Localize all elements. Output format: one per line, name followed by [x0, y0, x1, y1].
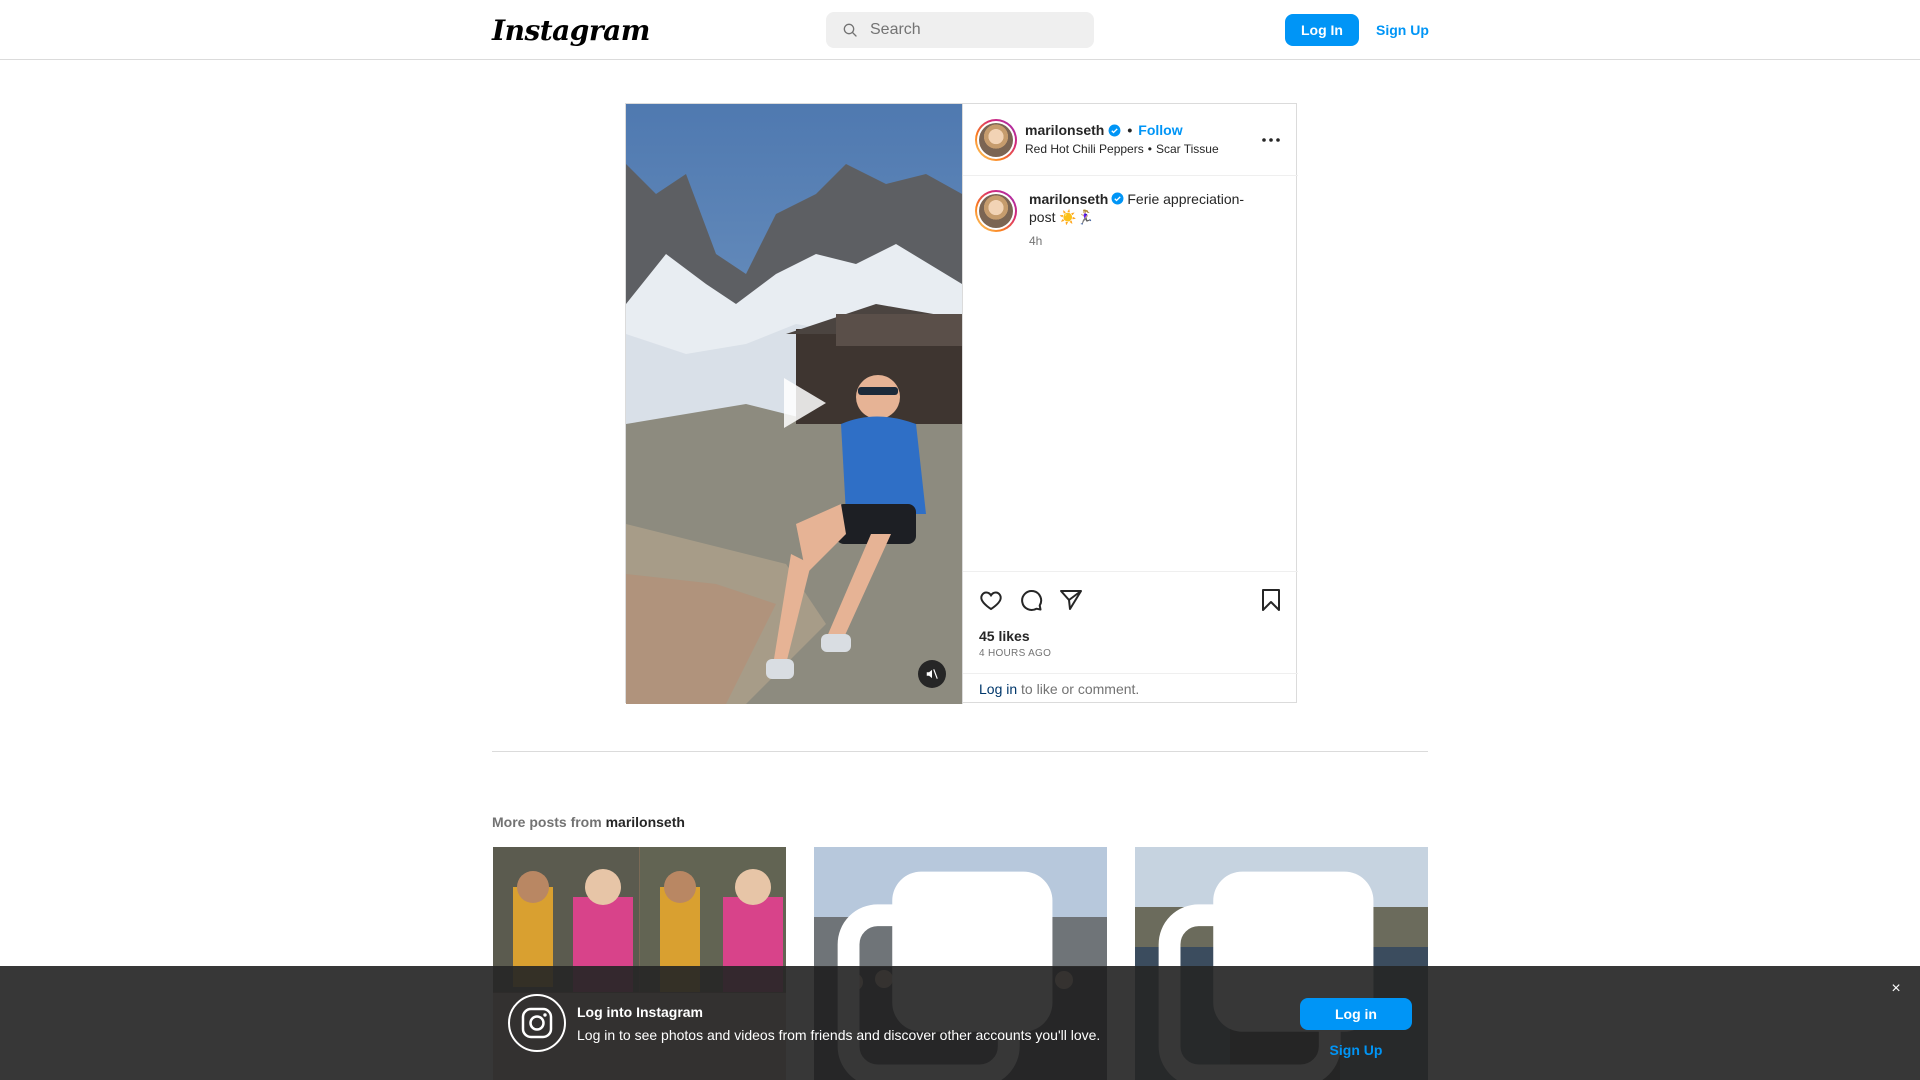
- search-box[interactable]: [826, 12, 1094, 48]
- top-navbar: Instagram Log In Sign Up: [0, 0, 1920, 60]
- signup-link[interactable]: Sign Up: [1370, 14, 1435, 46]
- verified-badge-icon: [1108, 124, 1121, 136]
- username-link[interactable]: marilonseth: [1025, 122, 1104, 138]
- share-button[interactable]: [1057, 586, 1085, 614]
- caption-text: marilonseth Ferie appreciation-post ☀️🏃🏼‍…: [1029, 190, 1269, 226]
- follow-button[interactable]: Follow: [1138, 122, 1182, 138]
- music-track: Scar Tissue: [1155, 142, 1219, 156]
- login-prompt: Log in to like or comment.: [963, 673, 1298, 704]
- audio-info[interactable]: Red Hot Chili Peppers • Scar Tissue: [1025, 142, 1219, 156]
- avatar[interactable]: [975, 119, 1017, 161]
- comment-button[interactable]: [1017, 586, 1045, 614]
- search-icon: [843, 23, 857, 37]
- more-posts-prefix: More posts from: [492, 814, 606, 830]
- music-artist: Red Hot Chili Peppers: [1025, 142, 1144, 156]
- caption-username[interactable]: marilonseth: [1029, 191, 1108, 207]
- send-icon: [1060, 590, 1082, 610]
- login-banner: Log into Instagram Log in to see photos …: [0, 966, 1920, 1080]
- action-bar: [963, 571, 1298, 631]
- login-button[interactable]: Log In: [1285, 14, 1359, 46]
- mute-button[interactable]: [918, 660, 946, 688]
- banner-login-button[interactable]: Log in: [1300, 998, 1412, 1030]
- music-separator: •: [1147, 142, 1152, 156]
- save-button[interactable]: [1257, 586, 1285, 614]
- more-posts-username[interactable]: marilonseth: [606, 814, 685, 830]
- post-time: 4 HOURS AGO: [979, 648, 1052, 659]
- heart-icon: [980, 591, 1002, 611]
- separator-dot: •: [1127, 122, 1133, 138]
- post-sidebar: marilonseth • Follow Red Hot Chili Peppe…: [962, 104, 1298, 704]
- banner-title: Log into Instagram: [577, 1004, 703, 1020]
- instagram-logo[interactable]: Instagram: [492, 14, 650, 47]
- more-options-button[interactable]: [1259, 128, 1283, 152]
- likes-count[interactable]: 45 likes: [979, 628, 1030, 644]
- banner-text: Log in to see photos and videos from fri…: [577, 1027, 1101, 1043]
- header-user-line: marilonseth • Follow: [1025, 122, 1183, 138]
- close-icon[interactable]: ×: [1888, 980, 1904, 1000]
- more-posts-heading: More posts from marilonseth: [492, 814, 685, 830]
- verified-badge-icon: [1111, 192, 1124, 205]
- banner-signup-link[interactable]: Sign Up: [1300, 1042, 1412, 1058]
- caption-timestamp[interactable]: 4h: [1029, 234, 1042, 248]
- instagram-icon: [508, 994, 566, 1052]
- post-card: marilonseth • Follow Red Hot Chili Peppe…: [625, 103, 1298, 704]
- caption-avatar[interactable]: [975, 190, 1017, 232]
- login-to-comment-link[interactable]: Log in: [979, 681, 1017, 697]
- ellipsis-icon: [1262, 138, 1280, 142]
- search-input[interactable]: [870, 21, 1090, 39]
- speaker-muted-icon: [926, 669, 938, 679]
- comment-icon: [1021, 589, 1043, 611]
- login-prompt-text: to like or comment.: [1017, 681, 1140, 697]
- section-divider: [492, 751, 1428, 752]
- like-button[interactable]: [977, 586, 1005, 614]
- post-video[interactable]: [626, 104, 962, 704]
- post-header: marilonseth • Follow Red Hot Chili Peppe…: [963, 104, 1298, 176]
- bookmark-icon: [1262, 589, 1280, 611]
- play-icon[interactable]: [764, 368, 834, 438]
